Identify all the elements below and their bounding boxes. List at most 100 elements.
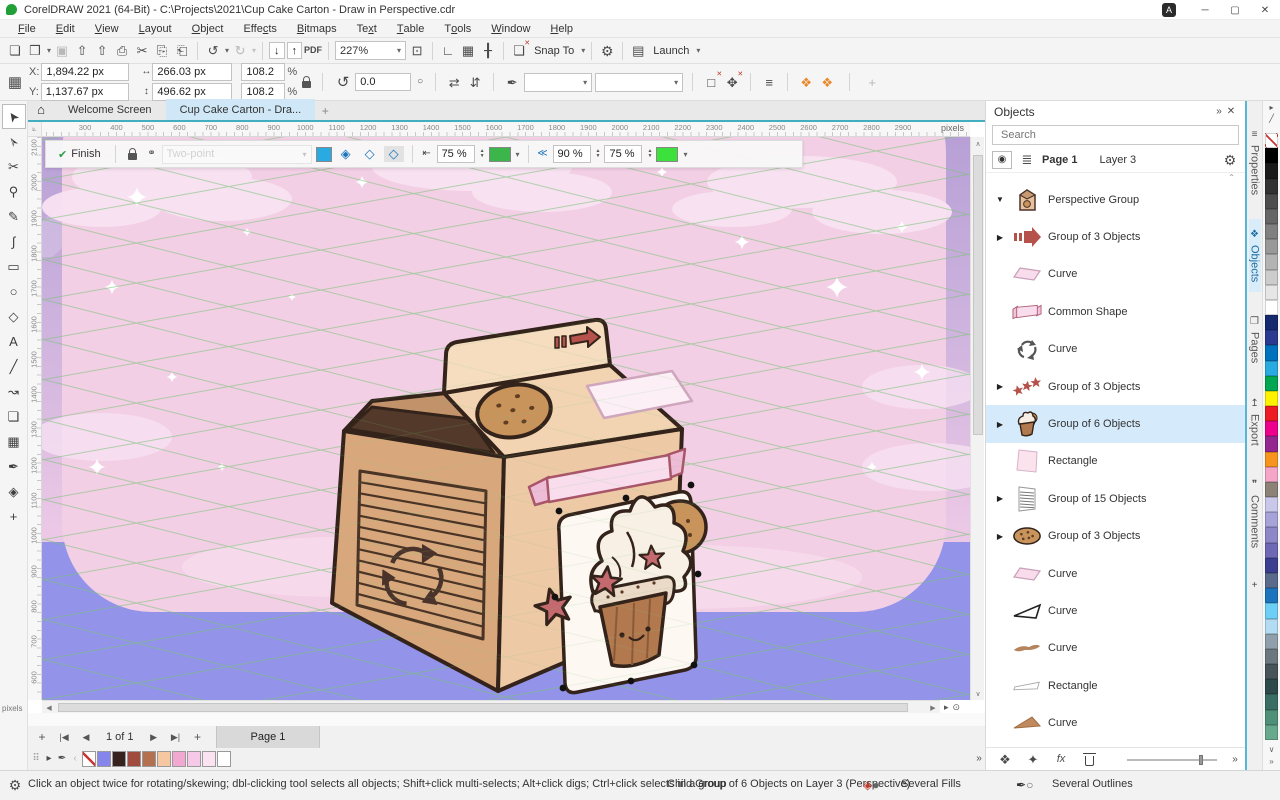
palette-handle-icon[interactable]: ⠿	[30, 750, 42, 768]
color-swatch[interactable]	[1265, 421, 1278, 436]
object-row[interactable]: Common Shape	[986, 293, 1245, 330]
grid-color-swatch[interactable]	[656, 147, 678, 162]
print-icon[interactable]: ⎙	[113, 42, 131, 60]
docker-tab-pages[interactable]: ❐Pages	[1249, 306, 1261, 373]
rotation-field[interactable]: 0.0	[355, 73, 411, 91]
vertical-scrollbar[interactable]: ∧ ∨	[970, 137, 984, 700]
horizontal-ruler[interactable]: 3004005006007008009001000110012001300140…	[42, 122, 970, 137]
object-label[interactable]: Curve	[1048, 642, 1077, 654]
palette-scroll-left-icon[interactable]: ‹	[69, 750, 81, 768]
pan-right-icon[interactable]: ▸	[944, 702, 949, 713]
effects-fx-icon[interactable]: fx	[1052, 751, 1070, 769]
width-field[interactable]: 266.03 px	[152, 63, 232, 81]
object-label[interactable]: Group of 3 Objects	[1048, 530, 1140, 542]
color-swatch[interactable]	[1265, 209, 1278, 224]
new-document-icon[interactable]: ❏	[6, 42, 24, 60]
page-visibility-icon[interactable]: ◉	[992, 151, 1012, 169]
object-label[interactable]: Curve	[1048, 568, 1077, 580]
options-gear-icon[interactable]: ⚙	[598, 42, 616, 60]
color-swatch[interactable]	[1265, 482, 1278, 497]
scroll-up-icon[interactable]: ∧	[971, 137, 985, 150]
undo-icon[interactable]: ↺	[204, 42, 222, 60]
color-swatch[interactable]	[1265, 239, 1278, 254]
transparency-tool[interactable]: ▦	[2, 429, 26, 454]
mirror-horizontal-icon[interactable]: ⇄	[445, 73, 463, 91]
show-rulers-icon[interactable]: ∟	[439, 42, 457, 60]
object-row[interactable]: Curve	[986, 331, 1245, 368]
color-swatch[interactable]	[187, 751, 201, 767]
color-swatch[interactable]	[97, 751, 111, 767]
open-caret-icon[interactable]: ▾	[47, 46, 51, 55]
color-swatch[interactable]	[1265, 619, 1278, 634]
docker-tab-comments[interactable]: ❞Comments	[1249, 469, 1261, 558]
mirror-vertical-icon[interactable]: ⇵	[466, 73, 484, 91]
spinner-icon[interactable]: ▲▼	[647, 149, 652, 159]
color-swatch[interactable]	[1265, 588, 1278, 603]
color-swatch[interactable]	[1265, 391, 1278, 406]
new-layer-icon[interactable]: ❖	[996, 751, 1014, 769]
lock-perspective-icon[interactable]	[124, 145, 142, 163]
launch-button[interactable]: Launch	[653, 45, 689, 57]
color-swatch[interactable]	[1265, 345, 1278, 360]
status-gear-icon[interactable]: ⚙	[6, 776, 24, 794]
color-swatch[interactable]	[1265, 254, 1278, 269]
expander-icon[interactable]: ▶	[994, 382, 1006, 391]
spinner-icon[interactable]: ▲▼	[596, 149, 601, 159]
fill-status-icon[interactable]: ◈●	[863, 778, 879, 792]
ruler-origin[interactable]: ⟀	[28, 122, 42, 137]
menu-tools[interactable]: Tools	[434, 20, 481, 38]
horizon-opacity-field[interactable]: 75 %	[437, 145, 475, 163]
scroll-down-icon[interactable]: ∨	[971, 687, 985, 700]
launch-caret-icon[interactable]: ▾	[696, 46, 700, 55]
color-swatch[interactable]	[1265, 452, 1278, 467]
paste-icon[interactable]: ⎗	[173, 42, 191, 60]
save-icon[interactable]: ▣	[53, 42, 71, 60]
horizontal-scroll-thumb[interactable]	[58, 703, 908, 712]
palette-top-flyout-icon[interactable]: ▸	[1269, 103, 1273, 112]
add-docker-tab-icon[interactable]: +	[1249, 577, 1261, 595]
expander-icon[interactable]: ▶	[994, 420, 1006, 429]
color-swatch[interactable]	[1265, 512, 1278, 527]
object-row[interactable]: ▶Group of 6 Objects	[986, 405, 1245, 442]
menu-help[interactable]: Help	[540, 20, 583, 38]
x-position-field[interactable]: 1,894.22 px	[41, 63, 129, 81]
color-swatch[interactable]	[1265, 300, 1278, 315]
color-swatch[interactable]	[1265, 558, 1278, 573]
shadow-tool[interactable]: ❏	[2, 404, 26, 429]
minimize-button[interactable]: ─	[1190, 0, 1220, 20]
tab-active-document[interactable]: Cup Cake Carton - Dra...	[166, 99, 316, 120]
first-page-icon[interactable]: |◀	[54, 728, 74, 746]
drawing-canvas[interactable]	[42, 137, 970, 700]
plane-right-icon[interactable]: ◇	[384, 146, 404, 162]
objects-search[interactable]	[992, 125, 1239, 145]
object-label[interactable]: Group of 3 Objects	[1048, 231, 1140, 243]
horizon-color-caret-icon[interactable]: ▾	[516, 150, 520, 159]
plane-top-icon[interactable]: ◈	[336, 146, 356, 162]
snap-to-caret-icon[interactable]: ▾	[581, 46, 585, 55]
vertical-ruler[interactable]: 2100200019001800170016001500140013001200…	[28, 137, 42, 700]
expander-icon[interactable]: ▼	[994, 195, 1006, 204]
expander-icon[interactable]: ▶	[994, 532, 1006, 541]
delete-trash-icon[interactable]	[1080, 751, 1098, 769]
color-swatch[interactable]	[1265, 330, 1278, 345]
menu-table[interactable]: Table	[387, 20, 435, 38]
polygon-tool[interactable]: ◇	[2, 304, 26, 329]
plane-left-icon[interactable]: ◇	[360, 146, 380, 162]
grid-opacity-field[interactable]: 75 %	[604, 145, 642, 163]
color-swatch[interactable]	[1265, 315, 1278, 330]
color-swatch[interactable]	[1265, 694, 1278, 709]
docker-undock-icon[interactable]: »	[1213, 103, 1225, 121]
rectangle-tool[interactable]: ▭	[2, 254, 26, 279]
object-label[interactable]: Curve	[1048, 605, 1077, 617]
eyedropper-tool[interactable]: ✒	[2, 454, 26, 479]
artistic-media-tool[interactable]: ∫	[2, 229, 26, 254]
object-row[interactable]: Curve	[986, 555, 1245, 592]
object-row[interactable]: Curve	[986, 592, 1245, 629]
docker-page-label[interactable]: Page 1	[1042, 154, 1077, 166]
color-swatch[interactable]	[1265, 361, 1278, 376]
vertical-scroll-thumb[interactable]	[973, 155, 983, 435]
outline-width-combo[interactable]: ▾	[524, 73, 592, 92]
color-swatch[interactable]	[112, 751, 126, 767]
snap-off-icon[interactable]: ❏	[510, 42, 528, 60]
color-swatch[interactable]	[157, 751, 171, 767]
